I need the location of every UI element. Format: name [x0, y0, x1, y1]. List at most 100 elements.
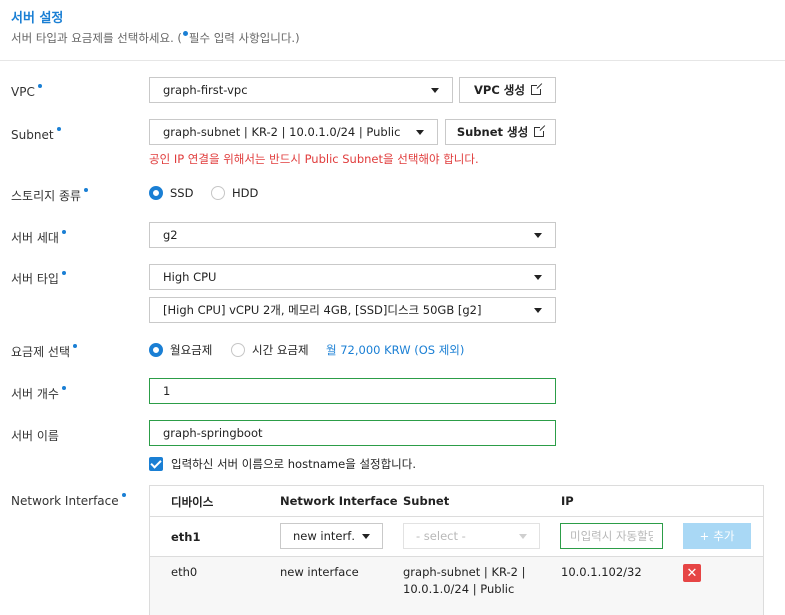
generation-select-value: g2 [163, 228, 178, 242]
server-name-input[interactable]: graph-springboot [149, 420, 556, 446]
server-count-value: 1 [163, 384, 171, 398]
row-device: eth0 [171, 565, 198, 579]
chevron-down-icon [362, 533, 370, 539]
subtitle-text-end: 필수 입력 사항입니다.) [188, 31, 300, 45]
generation-label: 서버 세대 [11, 229, 66, 246]
radio-unchecked-icon [231, 343, 245, 357]
subtitle-text: 서버 타입과 요금제를 선택하세요. ( [11, 31, 182, 45]
generation-label-text: 서버 세대 [11, 231, 59, 245]
server-spec-select-value: [High CPU] vCPU 2개, 메모리 4GB, [SSD]디스크 50… [163, 303, 482, 317]
radio-unchecked-icon [211, 186, 225, 200]
page-title: 서버 설정 [11, 11, 64, 26]
vpc-label-text: VPC [11, 85, 35, 99]
server-name-label-text: 서버 이름 [11, 429, 59, 443]
network-interface-label: Network Interface [11, 493, 126, 508]
subnet-create-button-label: Subnet 생성 [456, 125, 529, 139]
generation-select[interactable]: g2 [149, 222, 556, 248]
radio-checked-icon [149, 343, 163, 357]
column-header-ip: IP [561, 494, 574, 508]
new-row-interface-value: new interf… [293, 529, 354, 543]
header-divider [0, 60, 785, 61]
billing-radio-hourly[interactable]: 시간 요금제 [231, 342, 309, 358]
chevron-down-icon [416, 129, 424, 135]
storage-radio-ssd[interactable]: SSD [149, 186, 193, 200]
hostname-checkbox-label: 입력하신 서버 이름으로 hostname을 설정합니다. [171, 457, 416, 471]
server-name-label: 서버 이름 [11, 427, 59, 444]
server-count-label-text: 서버 개수 [11, 387, 59, 401]
storage-label: 스토리지 종류 [11, 187, 89, 204]
table-divider [150, 556, 763, 557]
add-interface-button-label: 추가 [713, 529, 735, 543]
subnet-label: Subnet [11, 127, 61, 142]
server-type-select-value: High CPU [163, 270, 217, 284]
new-row-interface-select[interactable]: new interf… [280, 523, 383, 549]
row-subnet-line1: graph-subnet | KR-2 | [403, 565, 526, 579]
delete-interface-button[interactable]: ✕ [683, 564, 701, 582]
storage-label-text: 스토리지 종류 [11, 189, 82, 203]
external-link-icon [534, 125, 547, 137]
subnet-create-button[interactable]: Subnet 생성 [445, 119, 556, 145]
new-row-ip-input[interactable]: 미입력시 자동할당 [560, 523, 663, 549]
add-interface-button[interactable]: + 추가 [683, 523, 751, 549]
subnet-select[interactable]: graph-subnet | KR-2 | 10.0.1.0/24 | Publ… [149, 119, 438, 145]
new-row-device: eth1 [171, 530, 201, 544]
radio-checked-icon [149, 186, 163, 200]
server-type-label: 서버 타입 [11, 270, 66, 287]
vpc-create-button-label: VPC 생성 [474, 83, 525, 97]
storage-option-ssd-label: SSD [170, 186, 194, 200]
chevron-down-icon [534, 307, 542, 313]
column-header-subnet: Subnet [403, 494, 450, 508]
chevron-down-icon [519, 533, 527, 539]
required-dot-icon [182, 31, 188, 36]
server-count-label: 서버 개수 [11, 385, 66, 402]
required-dot-icon [61, 230, 66, 234]
vpc-label: VPC [11, 84, 42, 99]
row-ip: 10.0.1.102/32 [561, 565, 642, 579]
required-dot-icon [61, 386, 66, 390]
server-spec-select[interactable]: [High CPU] vCPU 2개, 메모리 4GB, [SSD]디스크 50… [149, 297, 556, 323]
new-row-ip-placeholder: 미입력시 자동할당 [570, 529, 653, 543]
new-row-subnet-placeholder: - select - [416, 529, 466, 543]
row-subnet-line2: 10.0.1.0/24 | Public [403, 582, 515, 596]
chevron-down-icon [534, 274, 542, 280]
vpc-select-value: graph-first-vpc [163, 83, 248, 97]
plus-icon: + [699, 529, 710, 543]
new-row-subnet-select[interactable]: - select - [403, 523, 540, 549]
required-dot-icon [84, 188, 89, 192]
subnet-warning: 공인 IP 연결을 위해서는 반드시 Public Subnet을 선택해야 합… [149, 152, 479, 166]
server-name-value: graph-springboot [163, 426, 263, 440]
subnet-label-text: Subnet [11, 128, 54, 142]
required-dot-icon [61, 271, 66, 275]
server-type-label-text: 서버 타입 [11, 272, 59, 286]
column-header-device: 디바이스 [171, 495, 214, 509]
billing-radio-monthly[interactable]: 월요금제 [149, 342, 212, 358]
hostname-checkbox-row[interactable]: 입력하신 서버 이름으로 hostname을 설정합니다. [149, 456, 416, 472]
storage-radio-hdd[interactable]: HDD [211, 186, 258, 200]
subnet-select-value: graph-subnet | KR-2 | 10.0.1.0/24 | Publ… [163, 125, 401, 139]
server-count-input[interactable]: 1 [149, 378, 556, 404]
network-interface-label-text: Network Interface [11, 494, 119, 508]
checkbox-checked-icon[interactable] [149, 457, 163, 471]
vpc-create-button[interactable]: VPC 생성 [459, 77, 556, 103]
server-type-select[interactable]: High CPU [149, 264, 556, 290]
billing-option-monthly-label: 월요금제 [170, 343, 213, 357]
billing-label: 요금제 선택 [11, 343, 78, 360]
page-subtitle: 서버 타입과 요금제를 선택하세요. ( 필수 입력 사항입니다.) [11, 30, 300, 46]
required-dot-icon [121, 493, 126, 497]
required-dot-icon [37, 84, 42, 88]
close-icon: ✕ [686, 565, 698, 581]
table-row: eth0 new interface graph-subnet | KR-2 |… [150, 556, 763, 615]
table-divider [150, 516, 763, 517]
chevron-down-icon [534, 232, 542, 238]
billing-price: 월 72,000 KRW (OS 제외) [326, 343, 465, 357]
external-link-icon [530, 83, 543, 95]
column-header-interface: Network Interface [280, 494, 398, 508]
row-interface: new interface [280, 565, 359, 579]
billing-label-text: 요금제 선택 [11, 345, 71, 359]
required-dot-icon [73, 344, 78, 348]
network-interface-table: 디바이스 Network Interface Subnet IP eth1 ne… [149, 485, 764, 615]
billing-option-hourly-label: 시간 요금제 [252, 343, 309, 357]
vpc-select[interactable]: graph-first-vpc [149, 77, 453, 103]
row-subnet: graph-subnet | KR-2 | 10.0.1.0/24 | Publ… [403, 564, 526, 598]
required-dot-icon [56, 127, 61, 131]
